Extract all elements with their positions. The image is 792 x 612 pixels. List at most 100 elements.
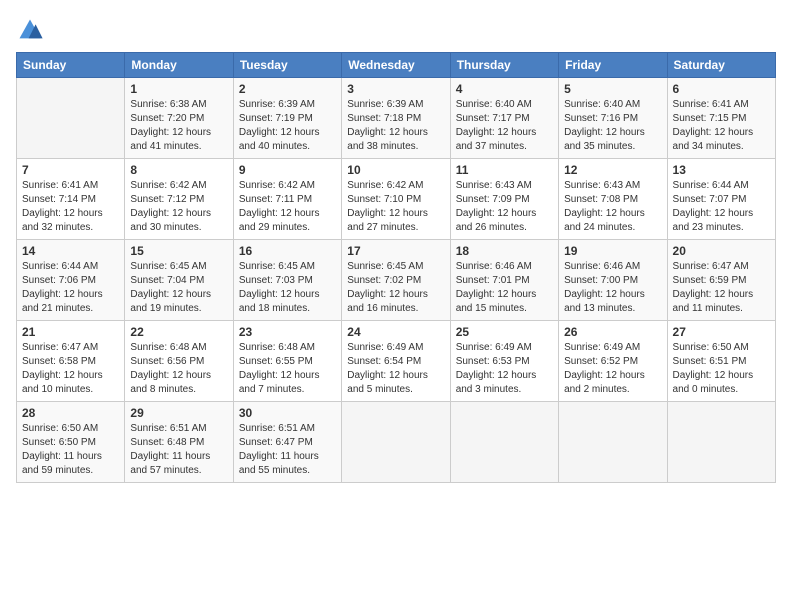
calendar-week-5: 28 Sunrise: 6:50 AM Sunset: 6:50 PM Dayli…: [17, 402, 776, 483]
calendar-cell: 13 Sunrise: 6:44 AM Sunset: 7:07 PM Dayli…: [667, 159, 775, 240]
day-number: 13: [673, 163, 770, 177]
day-number: 26: [564, 325, 661, 339]
day-info: Sunrise: 6:51 AM Sunset: 6:48 PM Dayligh…: [130, 422, 227, 478]
day-info: Sunrise: 6:46 AM Sunset: 7:01 PM Dayligh…: [456, 260, 553, 316]
day-info: Sunrise: 6:47 AM Sunset: 6:59 PM Dayligh…: [673, 260, 770, 316]
day-info: Sunrise: 6:49 AM Sunset: 6:53 PM Dayligh…: [456, 341, 553, 397]
header-cell-thursday: Thursday: [450, 53, 558, 78]
day-info: Sunrise: 6:44 AM Sunset: 7:07 PM Dayligh…: [673, 179, 770, 235]
calendar-cell: 21Sunrise: 6:47 AM Sunset: 6:58 PM Dayli…: [17, 321, 125, 402]
day-info: Sunrise: 6:39 AM Sunset: 7:18 PM Dayligh…: [347, 98, 444, 154]
calendar-cell: 22 Sunrise: 6:48 AM Sunset: 6:56 PM Dayli…: [125, 321, 233, 402]
calendar-week-2: 7 Sunrise: 6:41 AM Sunset: 7:14 PM Daylig…: [17, 159, 776, 240]
header-cell-saturday: Saturday: [667, 53, 775, 78]
day-info: Sunrise: 6:50 AM Sunset: 6:50 PM Dayligh…: [22, 422, 119, 478]
day-number: 22: [130, 325, 227, 339]
calendar-body: 1 Sunrise: 6:38 AM Sunset: 7:20 PM Daylig…: [17, 78, 776, 483]
day-info: Sunrise: 6:49 AM Sunset: 6:54 PM Dayligh…: [347, 341, 444, 397]
calendar-cell: [559, 402, 667, 483]
day-number: 28: [22, 406, 119, 420]
day-number: 1: [130, 82, 227, 96]
logo: [16, 16, 46, 44]
day-info: Sunrise: 6:51 AM Sunset: 6:47 PM Dayligh…: [239, 422, 336, 478]
calendar-cell: 6 Sunrise: 6:41 AM Sunset: 7:15 PM Daylig…: [667, 78, 775, 159]
calendar-cell: 19 Sunrise: 6:46 AM Sunset: 7:00 PM Dayli…: [559, 240, 667, 321]
day-number: 15: [130, 244, 227, 258]
day-number: 8: [130, 163, 227, 177]
day-number: 14: [22, 244, 119, 258]
calendar-cell: 10 Sunrise: 6:42 AM Sunset: 7:10 PM Dayli…: [342, 159, 450, 240]
day-info: Sunrise: 6:45 AM Sunset: 7:04 PM Dayligh…: [130, 260, 227, 316]
day-number: 30: [239, 406, 336, 420]
calendar-cell: 18 Sunrise: 6:46 AM Sunset: 7:01 PM Dayli…: [450, 240, 558, 321]
calendar-cell: 30 Sunrise: 6:51 AM Sunset: 6:47 PM Dayli…: [233, 402, 341, 483]
day-number: 10: [347, 163, 444, 177]
calendar-cell: [17, 78, 125, 159]
day-number: 9: [239, 163, 336, 177]
calendar-cell: 23 Sunrise: 6:48 AM Sunset: 6:55 PM Dayli…: [233, 321, 341, 402]
day-info: Sunrise: 6:42 AM Sunset: 7:11 PM Dayligh…: [239, 179, 336, 235]
day-number: 7: [22, 163, 119, 177]
calendar-cell: 24Sunrise: 6:49 AM Sunset: 6:54 PM Dayli…: [342, 321, 450, 402]
day-number: 29: [130, 406, 227, 420]
day-info: Sunrise: 6:42 AM Sunset: 7:12 PM Dayligh…: [130, 179, 227, 235]
calendar-cell: [342, 402, 450, 483]
day-info: Sunrise: 6:38 AM Sunset: 7:20 PM Dayligh…: [130, 98, 227, 154]
calendar-cell: 28 Sunrise: 6:50 AM Sunset: 6:50 PM Dayli…: [17, 402, 125, 483]
header-cell-friday: Friday: [559, 53, 667, 78]
day-number: 18: [456, 244, 553, 258]
day-number: 27: [673, 325, 770, 339]
day-number: 6: [673, 82, 770, 96]
calendar-header: SundayMondayTuesdayWednesdayThursdayFrid…: [17, 53, 776, 78]
day-number: 16: [239, 244, 336, 258]
calendar-cell: [450, 402, 558, 483]
day-info: Sunrise: 6:43 AM Sunset: 7:09 PM Dayligh…: [456, 179, 553, 235]
day-info: Sunrise: 6:39 AM Sunset: 7:19 PM Dayligh…: [239, 98, 336, 154]
calendar-cell: 9 Sunrise: 6:42 AM Sunset: 7:11 PM Daylig…: [233, 159, 341, 240]
day-info: Sunrise: 6:46 AM Sunset: 7:00 PM Dayligh…: [564, 260, 661, 316]
calendar-cell: 7 Sunrise: 6:41 AM Sunset: 7:14 PM Daylig…: [17, 159, 125, 240]
calendar-cell: 3 Sunrise: 6:39 AM Sunset: 7:18 PM Daylig…: [342, 78, 450, 159]
header-cell-monday: Monday: [125, 53, 233, 78]
day-info: Sunrise: 6:48 AM Sunset: 6:55 PM Dayligh…: [239, 341, 336, 397]
day-number: 23: [239, 325, 336, 339]
calendar-cell: 26 Sunrise: 6:49 AM Sunset: 6:52 PM Dayli…: [559, 321, 667, 402]
day-info: Sunrise: 6:41 AM Sunset: 7:14 PM Dayligh…: [22, 179, 119, 235]
day-number: 19: [564, 244, 661, 258]
calendar-week-4: 21Sunrise: 6:47 AM Sunset: 6:58 PM Dayli…: [17, 321, 776, 402]
calendar-cell: 11 Sunrise: 6:43 AM Sunset: 7:09 PM Dayli…: [450, 159, 558, 240]
day-info: Sunrise: 6:50 AM Sunset: 6:51 PM Dayligh…: [673, 341, 770, 397]
day-info: Sunrise: 6:45 AM Sunset: 7:03 PM Dayligh…: [239, 260, 336, 316]
calendar-cell: 16 Sunrise: 6:45 AM Sunset: 7:03 PM Dayli…: [233, 240, 341, 321]
header-cell-sunday: Sunday: [17, 53, 125, 78]
calendar-table: SundayMondayTuesdayWednesdayThursdayFrid…: [16, 52, 776, 483]
day-number: 2: [239, 82, 336, 96]
calendar-cell: 4 Sunrise: 6:40 AM Sunset: 7:17 PM Daylig…: [450, 78, 558, 159]
day-number: 5: [564, 82, 661, 96]
calendar-cell: 25Sunrise: 6:49 AM Sunset: 6:53 PM Dayli…: [450, 321, 558, 402]
header-row: SundayMondayTuesdayWednesdayThursdayFrid…: [17, 53, 776, 78]
calendar-cell: 27 Sunrise: 6:50 AM Sunset: 6:51 PM Dayli…: [667, 321, 775, 402]
day-info: Sunrise: 6:49 AM Sunset: 6:52 PM Dayligh…: [564, 341, 661, 397]
calendar-cell: 8 Sunrise: 6:42 AM Sunset: 7:12 PM Daylig…: [125, 159, 233, 240]
calendar-week-3: 14Sunrise: 6:44 AM Sunset: 7:06 PM Dayli…: [17, 240, 776, 321]
calendar-cell: [667, 402, 775, 483]
day-info: Sunrise: 6:48 AM Sunset: 6:56 PM Dayligh…: [130, 341, 227, 397]
calendar-cell: 14Sunrise: 6:44 AM Sunset: 7:06 PM Dayli…: [17, 240, 125, 321]
day-info: Sunrise: 6:41 AM Sunset: 7:15 PM Dayligh…: [673, 98, 770, 154]
calendar-cell: 2 Sunrise: 6:39 AM Sunset: 7:19 PM Daylig…: [233, 78, 341, 159]
header-cell-tuesday: Tuesday: [233, 53, 341, 78]
day-number: 12: [564, 163, 661, 177]
day-info: Sunrise: 6:42 AM Sunset: 7:10 PM Dayligh…: [347, 179, 444, 235]
day-number: 20: [673, 244, 770, 258]
logo-icon: [16, 16, 44, 44]
calendar-cell: 12Sunrise: 6:43 AM Sunset: 7:08 PM Dayli…: [559, 159, 667, 240]
calendar-cell: 5Sunrise: 6:40 AM Sunset: 7:16 PM Daylig…: [559, 78, 667, 159]
day-number: 11: [456, 163, 553, 177]
calendar-cell: 20 Sunrise: 6:47 AM Sunset: 6:59 PM Dayli…: [667, 240, 775, 321]
day-number: 4: [456, 82, 553, 96]
day-info: Sunrise: 6:40 AM Sunset: 7:17 PM Dayligh…: [456, 98, 553, 154]
day-number: 3: [347, 82, 444, 96]
page-header: [16, 16, 776, 44]
calendar-week-1: 1 Sunrise: 6:38 AM Sunset: 7:20 PM Daylig…: [17, 78, 776, 159]
